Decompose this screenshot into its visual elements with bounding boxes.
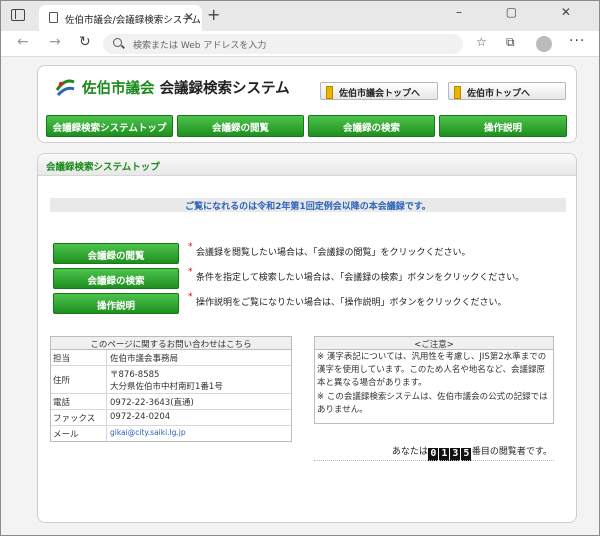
browser-toolbar: ← → ↻ 検索または Web アドレスを入力 ☆ ⧉ ··· — [1, 31, 599, 57]
refresh-icon[interactable]: ↻ — [79, 34, 91, 50]
contact-row: ファックス 0972-24-0204 — [51, 410, 291, 426]
browse-minutes-button[interactable]: 会議録の閲覧 — [53, 243, 179, 264]
city-top-link[interactable]: 佐伯市トップへ — [448, 82, 566, 100]
close-tab-icon[interactable]: ✕ — [184, 10, 194, 24]
bullet-star: * — [188, 242, 193, 252]
tab-bar: 佐伯市議会/会議録検索システム ✕ + – ▢ ✕ — [1, 1, 599, 31]
help-button[interactable]: 操作説明 — [53, 293, 179, 314]
caution-text-2: ※ この会議録検索システムは、佐伯市議会の公式の記録ではありません。 — [317, 392, 548, 415]
section-header: 会議録検索システムトップ — [38, 154, 576, 176]
browse-description: 会議録を閲覧したい場合は、「会議録の閲覧」をクリックください。 — [196, 248, 471, 258]
council-top-link[interactable]: 佐伯市議会トップへ — [320, 82, 438, 100]
contact-table: このページに関するお問い合わせはこちら 担当 佐伯市議会事務局 住所 〒876-… — [50, 336, 292, 442]
contact-key: メール — [51, 426, 107, 441]
contact-value: 0972-22-3643(直通) — [110, 398, 194, 408]
contact-row: メール gikai@city.saiki.lg.jp — [51, 426, 291, 441]
contact-heading: このページに関するお問い合わせはこちら — [51, 337, 291, 350]
site-title-council: 佐伯市議会 — [82, 81, 155, 97]
postal-code: 〒876-8585 — [110, 370, 160, 380]
browser-window: 佐伯市議会/会議録検索システム ✕ + – ▢ ✕ ← → ↻ 検索または We… — [0, 0, 600, 536]
bullet-star: * — [188, 267, 193, 277]
search-description: 条件を指定して検索したい場合は、「会議録の検索」ボタンをクリックください。 — [196, 273, 525, 283]
contact-row: 住所 〒876-8585 大分県佐伯市中村南町1番1号 — [51, 366, 291, 394]
counter-divider — [314, 460, 554, 461]
bullet-star: * — [188, 292, 193, 302]
tab-active[interactable]: 佐伯市議会/会議録検索システム ✕ — [39, 5, 202, 31]
search-minutes-button[interactable]: 会議録の検索 — [53, 268, 179, 289]
contact-key: 電話 — [51, 394, 107, 409]
site-title-system: 会議録検索システム — [159, 81, 290, 97]
window-controls[interactable]: – ▢ ✕ — [456, 5, 591, 19]
forward-arrow-icon[interactable]: → — [49, 34, 61, 50]
contact-key: 担当 — [51, 350, 107, 365]
site-title: 佐伯市議会 会議録検索システム — [82, 77, 290, 98]
help-description: 操作説明をご覧になりたい場合は、「操作説明」ボタンをクリックください。 — [196, 298, 507, 308]
nav-system-top-button[interactable]: 会議録検索システムトップ — [46, 115, 173, 137]
back-arrow-icon[interactable]: ← — [17, 34, 29, 50]
caution-text-1: ※ 漢字表記については、汎用性を考慮し、JIS第2水準までの漢字を使用しています… — [317, 352, 547, 388]
main-content: 会議録検索システムトップ ご覧になれるのは令和2年第1回定例会以降の本会議録です… — [37, 153, 577, 523]
more-menu-icon[interactable]: ··· — [569, 33, 585, 49]
profile-avatar-icon[interactable] — [536, 36, 552, 52]
web-page: 佐伯市議会 会議録検索システム 佐伯市議会トップへ 佐伯市トップへ 会議録検索シ… — [1, 57, 599, 535]
email-link[interactable]: gikai@city.saiki.lg.jp — [107, 426, 186, 441]
contact-address: 〒876-8585 大分県佐伯市中村南町1番1号 — [107, 366, 223, 393]
caution-heading: <ご注意> — [315, 337, 553, 350]
search-icon — [113, 38, 122, 47]
tab-title: 佐伯市議会/会議録検索システム — [65, 15, 201, 26]
new-tab-icon[interactable]: + — [207, 5, 220, 24]
tab-actions-icon[interactable] — [11, 9, 25, 21]
page-icon — [49, 12, 58, 23]
availability-notice: ご覧になれるのは令和2年第1回定例会以降の本会議録です。 — [50, 198, 566, 212]
nav-help-button[interactable]: 操作説明 — [439, 115, 567, 137]
contact-value: 佐伯市議会事務局 — [110, 354, 179, 364]
collections-icon[interactable]: ⧉ — [506, 35, 515, 50]
section-title: 会議録検索システムトップ — [46, 162, 160, 173]
contact-value: 0972-24-0204 — [110, 412, 171, 422]
counter-prefix: あなたは — [391, 447, 428, 457]
nav-browse-button[interactable]: 会議録の閲覧 — [177, 115, 304, 137]
contact-row: 電話 0972-22-3643(直通) — [51, 394, 291, 410]
site-header: 佐伯市議会 会議録検索システム 佐伯市議会トップへ 佐伯市トップへ 会議録検索シ… — [37, 65, 577, 143]
contact-key: 住所 — [51, 366, 107, 393]
contact-row: 担当 佐伯市議会事務局 — [51, 350, 291, 366]
saiki-city-logo-icon — [55, 79, 75, 97]
favorites-star-icon[interactable]: ☆ — [476, 35, 487, 49]
visitor-counter: あなたは 0 1 3 5 番目の閲覧者です。 — [392, 444, 552, 461]
nav-search-button[interactable]: 会議録の検索 — [308, 115, 435, 137]
address-bar[interactable]: 検索または Web アドレスを入力 — [103, 34, 463, 54]
street-address: 大分県佐伯市中村南町1番1号 — [110, 382, 223, 392]
counter-suffix: 番目の閲覧者です。 — [471, 447, 552, 457]
address-placeholder: 検索または Web アドレスを入力 — [133, 41, 267, 51]
caution-box: <ご注意> ※ 漢字表記については、汎用性を考慮し、JIS第2水準までの漢字を使… — [314, 336, 554, 424]
contact-key: ファックス — [51, 410, 107, 425]
